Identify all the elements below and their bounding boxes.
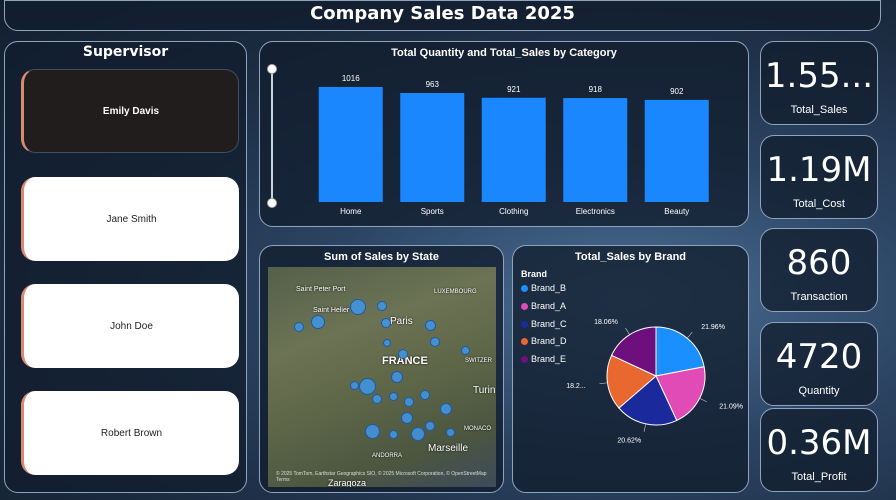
map-label-marseille: Marseille — [428, 443, 469, 454]
kpi-card-quantity: 4720 Quantity — [760, 322, 878, 406]
bar-electronics[interactable] — [563, 98, 628, 202]
dashboard-title: Company Sales Data 2025 — [310, 3, 575, 24]
state-bubble[interactable] — [350, 299, 366, 315]
state-bubble[interactable] — [372, 394, 382, 404]
kpi-card-total-sales: 1.55... Total_Sales — [760, 41, 878, 125]
kpi-value: 4720 — [775, 337, 863, 377]
supervisor-button-emily-davis[interactable]: Emily Davis — [21, 69, 239, 153]
state-bubble[interactable] — [461, 346, 470, 355]
pie-data-label: 21.09% — [719, 404, 743, 411]
state-bubble[interactable] — [425, 421, 435, 431]
bar-category-label: Beauty — [664, 207, 689, 216]
bar-data-label: 918 — [589, 85, 603, 94]
supervisor-slicer: Supervisor Emily Davis Jane Smith John D… — [4, 41, 247, 493]
state-bubble[interactable] — [420, 390, 430, 400]
bar-data-label: 902 — [670, 87, 684, 96]
bar-home[interactable] — [318, 87, 383, 202]
supervisor-label: Emily Davis — [102, 105, 160, 117]
state-bubble[interactable] — [383, 339, 391, 347]
map-title: Sum of Sales by State — [324, 251, 439, 263]
map-label-turin: Turin — [473, 385, 496, 396]
bar-sports[interactable] — [400, 92, 465, 202]
map-credit: © 2025 TomTom, Earthstar Geographics SIO… — [276, 471, 487, 483]
pie-data-label: 20.62% — [617, 438, 641, 445]
kpi-label: Total_Sales — [790, 104, 848, 116]
supervisor-button-robert-brown[interactable]: Robert Brown — [21, 391, 239, 475]
kpi-label: Total_Profit — [791, 471, 847, 483]
bar-chart-plot: 1016 Home 963 Sports 921 Clothing 918 Electroni… — [318, 74, 709, 216]
state-bubble[interactable] — [365, 424, 380, 439]
state-bubble[interactable] — [311, 315, 325, 329]
map-label-monaco: MONACO — [464, 426, 491, 432]
bar-category-label: Sports — [421, 207, 444, 216]
supervisor-label: Jane Smith — [106, 213, 157, 225]
state-bubble[interactable] — [404, 397, 414, 407]
map-label-luxembourg: LUXEMBOURG — [434, 289, 477, 295]
state-bubble[interactable] — [440, 403, 452, 415]
kpi-card-total-cost: 1.19M Total_Cost — [760, 135, 878, 219]
map-label-andorra: ANDORRA — [372, 453, 403, 459]
state-bubble[interactable] — [398, 349, 408, 359]
state-bubble[interactable] — [446, 428, 455, 437]
kpi-label: Transaction — [790, 291, 848, 303]
kpi-value: 1.19M — [766, 150, 872, 190]
pie-data-label: 21.96% — [701, 324, 725, 331]
state-bubble[interactable] — [294, 322, 304, 332]
bar-category-label: Clothing — [499, 207, 528, 216]
state-bubble[interactable] — [389, 430, 398, 439]
pie-chart-plot: 21.96% 21.09% 20.62% 18.2... 18.06% — [566, 319, 743, 445]
pie-leader-line — [599, 382, 608, 385]
kpi-label: Quantity — [798, 385, 840, 397]
kpi-label: Total_Cost — [793, 198, 845, 210]
state-bubble[interactable] — [430, 337, 440, 347]
bar-data-label: 963 — [426, 80, 440, 89]
state-bubble[interactable] — [381, 318, 391, 328]
kpi-card-total-profit: 0.36M Total_Profit — [760, 408, 878, 492]
bar-clothing[interactable] — [481, 97, 546, 202]
title-bar: Company Sales Data 2025 — [4, 0, 881, 31]
supervisor-label: John Doe — [110, 320, 153, 332]
bar-beauty[interactable] — [644, 99, 709, 202]
bar-data-label: 921 — [507, 85, 521, 94]
bar-data-label: 1016 — [342, 74, 360, 83]
supervisor-button-jane-smith[interactable]: Jane Smith — [21, 177, 239, 261]
pie-leader-line — [625, 327, 630, 335]
state-bubble[interactable] — [411, 427, 425, 441]
supervisor-label: Robert Brown — [100, 427, 163, 439]
brand-pie-chart: Total_Sales by Brand Brand Brand_B Brand… — [512, 245, 749, 493]
kpi-value: 0.36M — [766, 423, 872, 463]
map-label-paris: Paris — [390, 316, 413, 327]
map-canvas[interactable]: Saint Peter Port Saint Helier Paris LUXE… — [268, 267, 496, 487]
kpi-value: 860 — [786, 243, 852, 283]
pie-leader-line — [643, 423, 647, 432]
state-bubble[interactable] — [350, 381, 359, 390]
state-bubble[interactable] — [425, 320, 436, 331]
pie-leader-line — [699, 397, 707, 403]
state-bubble[interactable] — [389, 392, 398, 401]
state-bubble[interactable] — [391, 371, 403, 383]
pie-leader-line — [686, 331, 693, 339]
supervisor-title: Supervisor — [82, 44, 169, 60]
bar-category-label: Electronics — [576, 207, 615, 216]
supervisor-button-john-doe[interactable]: John Doe — [21, 284, 239, 368]
kpi-value: 1.55... — [764, 56, 874, 96]
map-label-saint-peter-port: Saint Peter Port — [296, 286, 346, 293]
kpi-card-transaction: 860 Transaction — [760, 228, 878, 312]
category-bar-chart: Total Quantity and Total_Sales by Catego… — [259, 41, 749, 227]
map-label-saint-helier: Saint Helier — [313, 307, 350, 314]
map-label-switzerland: SWITZER — [465, 358, 492, 364]
bar-category-label: Home — [340, 207, 362, 216]
pie-data-label: 18.06% — [594, 319, 618, 326]
state-bubble[interactable] — [359, 378, 376, 395]
state-bubble[interactable] — [401, 412, 413, 424]
sales-by-state-map: Sum of Sales by State Saint Peter Port S… — [259, 245, 504, 493]
state-bubble[interactable] — [377, 301, 387, 311]
pie-data-label: 18.2... — [566, 383, 586, 390]
